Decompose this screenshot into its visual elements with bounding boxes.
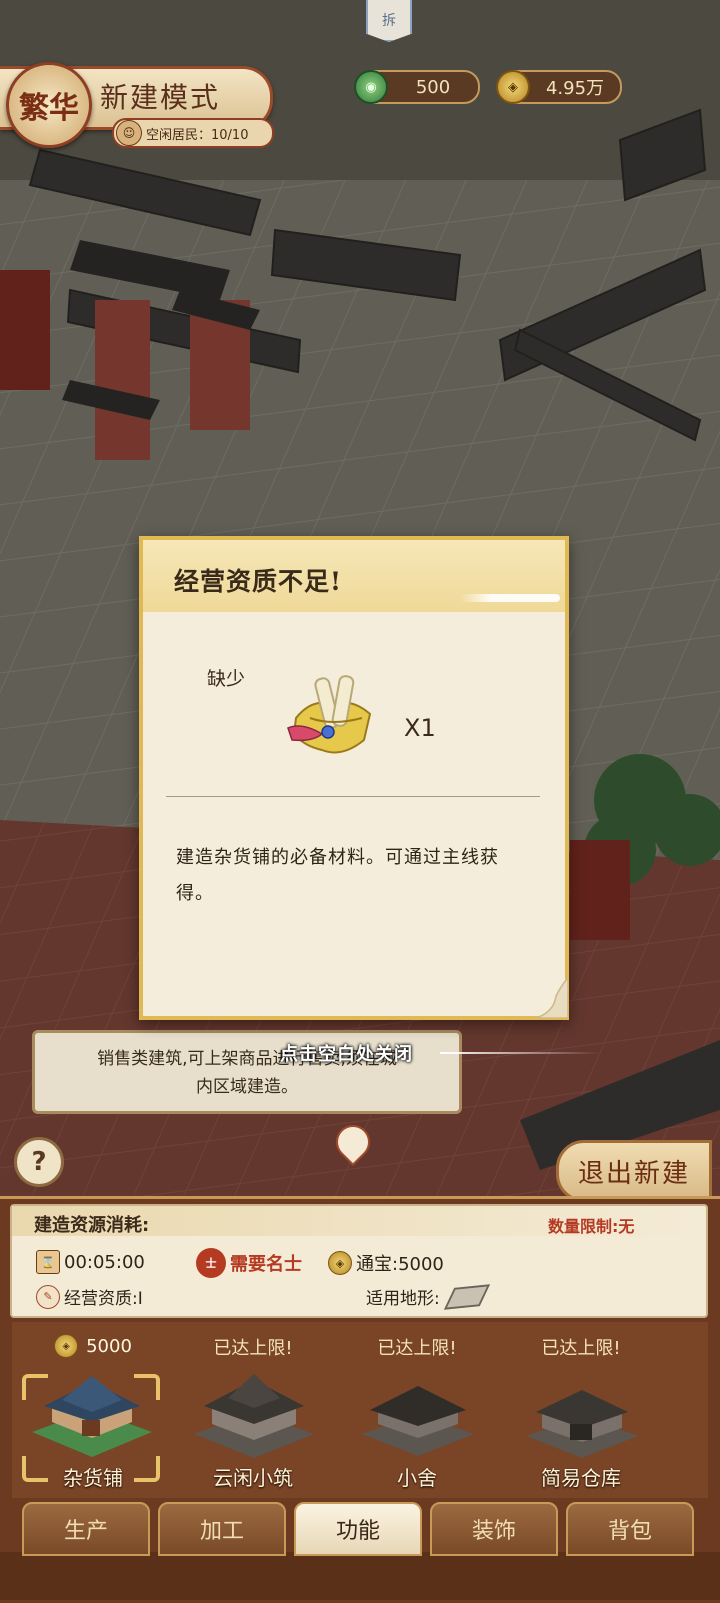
build-time-value: 00:05:00 [64, 1251, 145, 1273]
item-quantity: X1 [404, 714, 436, 742]
building-name[interactable]: 杂货铺 [18, 1462, 168, 1491]
money-currency[interactable]: ◈ 4.95万 [496, 70, 622, 104]
copper-coin-icon: ◈ [496, 70, 530, 104]
building-status: 已达上限! [377, 1338, 457, 1359]
flag-label: 拆 [382, 13, 396, 29]
close-hint-line [440, 1052, 600, 1054]
small-house-building[interactable] [348, 1372, 488, 1462]
idle-residents-text: 空闲居民：10/10 [146, 127, 249, 143]
copper-coin-icon: ◈ [54, 1334, 79, 1358]
qualification-text: 经营资质:I [64, 1289, 143, 1309]
building-price-value: 5000 [86, 1335, 132, 1357]
tab-bar [0, 1552, 720, 1600]
jade-amount: 500 [415, 76, 451, 98]
tip-line-2: 内区域建造。 [196, 1077, 298, 1097]
need-notable-text: 需要名士 [230, 1254, 302, 1275]
building-status: 已达上限! [541, 1338, 621, 1359]
page-curl-decoration [536, 978, 568, 1018]
tab-processing[interactable]: 加工 [158, 1502, 286, 1556]
resident-icon: ☺ [116, 120, 142, 146]
need-notable[interactable]: 士 需要名士 [196, 1248, 302, 1278]
tab-decoration[interactable]: 装饰 [430, 1502, 558, 1556]
terrain-label: 适用地形: [366, 1289, 440, 1309]
dialog-title: 经营资质不足! [174, 567, 342, 596]
scroll-icon[interactable] [282, 668, 382, 760]
building-name[interactable]: 云闲小筑 [178, 1462, 328, 1491]
idle-residents-badge[interactable]: ☺ 空闲居民：10/10 [112, 118, 274, 148]
missing-label: 缺少 [207, 668, 246, 690]
dialog-divider [166, 796, 540, 797]
copper-coin-icon: ◈ [328, 1251, 352, 1275]
business-qualification: ✎ 经营资质:I [36, 1284, 143, 1309]
tongbao-cost: ◈ 通宝:5000 [328, 1250, 444, 1276]
building-name[interactable]: 小舍 [342, 1462, 492, 1491]
brush-stroke-decoration [460, 594, 560, 602]
hourglass-icon: ⌛ [36, 1250, 60, 1274]
item-description: 建造杂货铺的必备材料。可通过主线获得。 [176, 847, 499, 904]
close-hint: 点击空白处关闭 [280, 1044, 413, 1065]
tab-function[interactable]: 功能 [294, 1502, 422, 1556]
mode-title: 新建模式 [100, 81, 221, 114]
simple-warehouse-building[interactable] [512, 1372, 652, 1462]
building-name[interactable]: 简易仓库 [506, 1462, 656, 1491]
help-button[interactable]: ? [14, 1137, 64, 1187]
money-amount: 4.95万 [545, 78, 605, 99]
terrain-info: 适用地形: [366, 1283, 490, 1310]
tongbao-cost-text: 通宝:5000 [356, 1254, 444, 1275]
cost-title: 建造资源消耗: [34, 1215, 150, 1236]
notable-avatar-icon: 士 [196, 1248, 226, 1278]
yunxian-cottage-building[interactable] [184, 1372, 324, 1462]
tab-production[interactable]: 生产 [22, 1502, 150, 1556]
prosperity-emblem[interactable]: 繁华 [6, 62, 92, 148]
exit-build-button[interactable]: 退出新建 [556, 1140, 712, 1202]
tab-backpack[interactable]: 背包 [566, 1502, 694, 1556]
quantity-limit: 数量限制:无 [548, 1217, 635, 1236]
building-status: 已达上限! [213, 1338, 293, 1359]
building-price: ◈ 5000 [18, 1334, 168, 1358]
emblem-text: 繁华 [19, 91, 79, 126]
scroll-small-icon: ✎ [36, 1284, 60, 1309]
terrain-tile-icon [443, 1283, 490, 1310]
jade-currency[interactable]: ◉ 500 [354, 70, 480, 104]
jade-coin-icon: ◉ [354, 70, 388, 104]
demolish-flag[interactable]: 拆 [366, 0, 412, 42]
build-time: ⌛ 00:05:00 [36, 1250, 145, 1274]
